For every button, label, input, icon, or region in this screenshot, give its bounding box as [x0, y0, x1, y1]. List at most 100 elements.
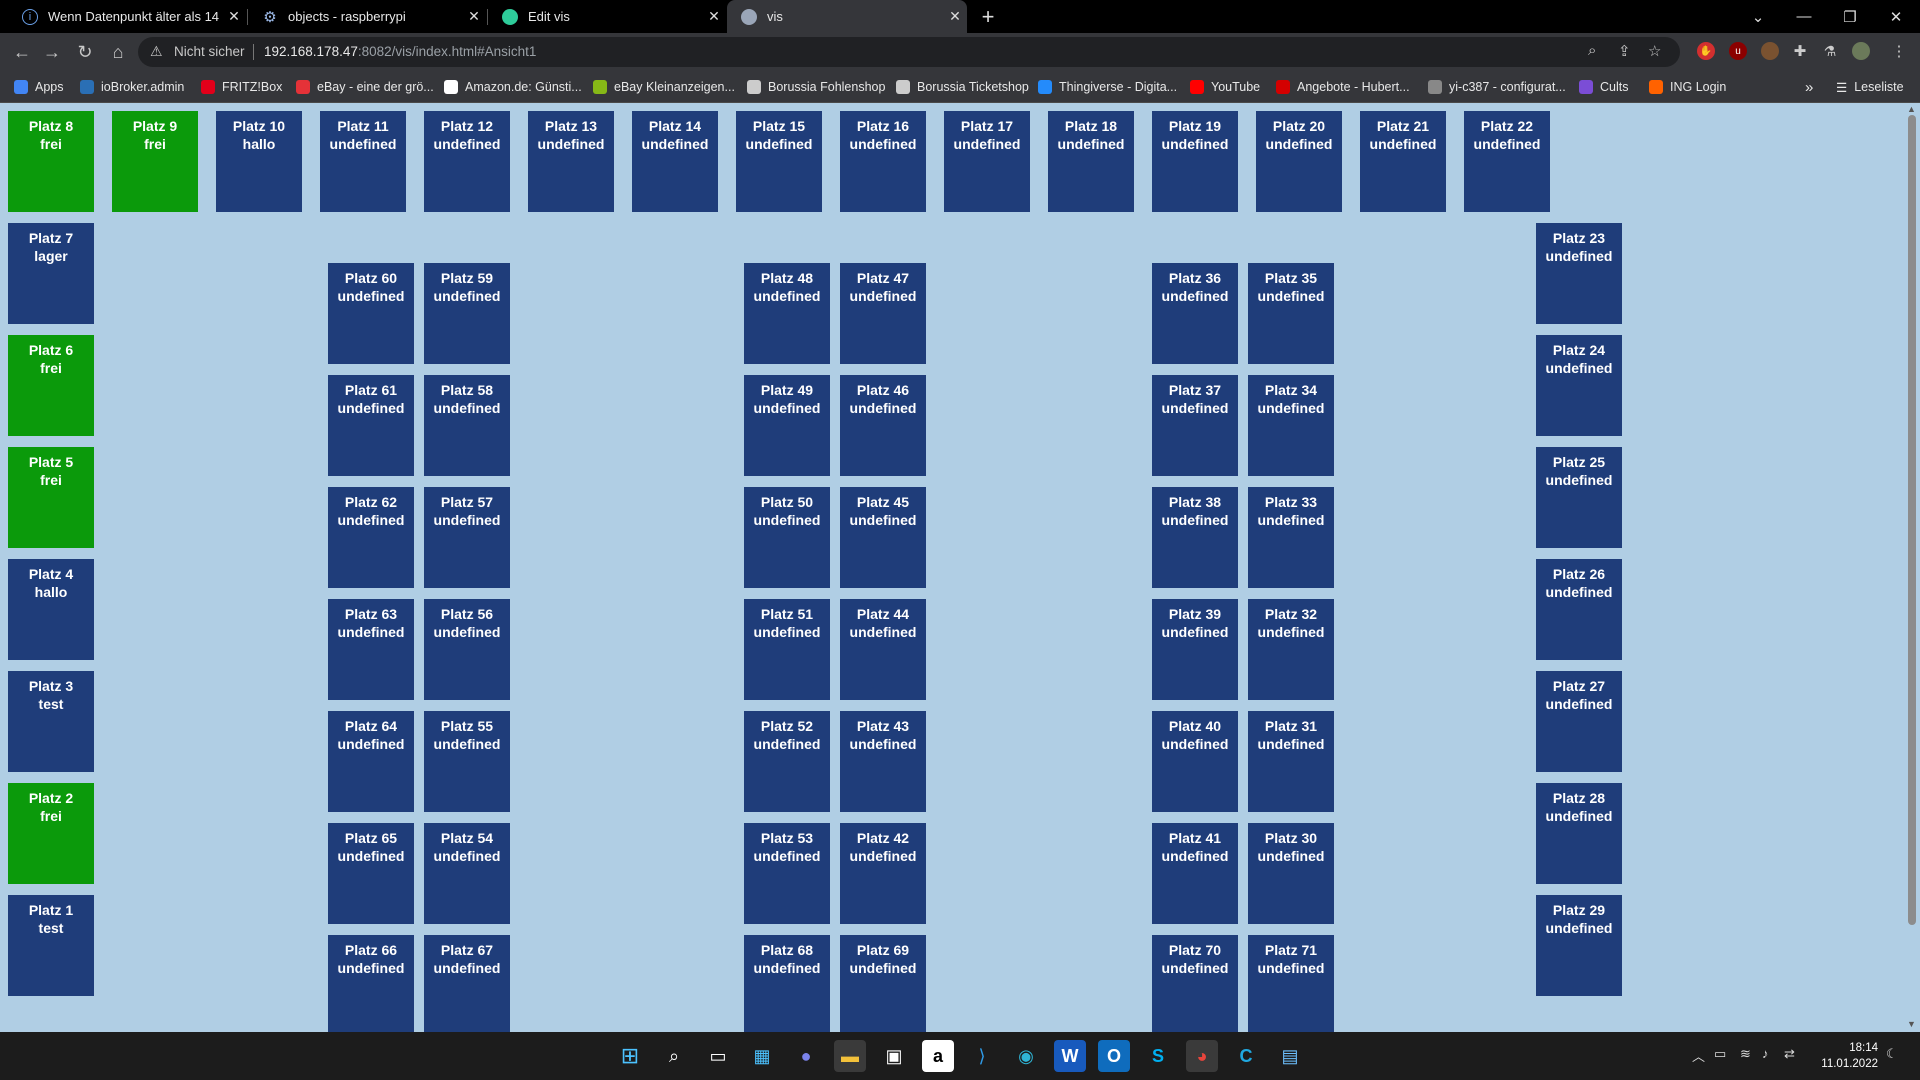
search-icon[interactable]: ⌕: [658, 1040, 690, 1072]
edge-icon[interactable]: ◉: [1010, 1040, 1042, 1072]
close-icon[interactable]: ✕: [943, 8, 967, 25]
place-tile[interactable]: Platz 15 undefined: [736, 111, 822, 212]
place-tile[interactable]: Platz 21 undefined: [1360, 111, 1446, 212]
place-tile[interactable]: Platz 45 undefined: [840, 487, 926, 588]
bookmark-ing-login[interactable]: ING Login: [1649, 77, 1726, 97]
home-button[interactable]: ⌂: [104, 38, 132, 66]
tab-objects[interactable]: ⚙ objects - raspberrypi ✕: [248, 0, 486, 33]
place-tile[interactable]: Platz 69 undefined: [840, 935, 926, 1032]
scrollbar-thumb[interactable]: [1908, 115, 1916, 925]
place-tile[interactable]: Platz 7 lager: [8, 223, 94, 324]
bookmark-fritzbox[interactable]: FRITZ!Box: [201, 77, 282, 97]
place-tile[interactable]: Platz 13 undefined: [528, 111, 614, 212]
bookmark-youtube[interactable]: YouTube: [1190, 77, 1260, 97]
widgets-icon[interactable]: ▦: [746, 1040, 778, 1072]
place-tile[interactable]: Platz 53 undefined: [744, 823, 830, 924]
file-explorer-icon[interactable]: ▬: [834, 1040, 866, 1072]
place-tile[interactable]: Platz 42 undefined: [840, 823, 926, 924]
place-tile[interactable]: Platz 65 undefined: [328, 823, 414, 924]
place-tile[interactable]: Platz 26 undefined: [1536, 559, 1622, 660]
place-tile[interactable]: Platz 70 undefined: [1152, 935, 1238, 1032]
close-icon[interactable]: ✕: [222, 8, 246, 25]
bookmark-thingiverse[interactable]: Thingiverse - Digita...: [1038, 77, 1177, 97]
restore-button[interactable]: ❐: [1827, 0, 1873, 33]
forward-button[interactable]: →: [38, 38, 66, 66]
place-tile[interactable]: Platz 37 undefined: [1152, 375, 1238, 476]
minimize-button[interactable]: —: [1781, 0, 1827, 33]
volume-icon[interactable]: ♪: [1762, 1046, 1769, 1061]
place-tile[interactable]: Platz 67 undefined: [424, 935, 510, 1032]
close-icon[interactable]: ✕: [462, 8, 486, 25]
place-tile[interactable]: Platz 49 undefined: [744, 375, 830, 476]
notifications-moon-icon[interactable]: ☾: [1886, 1046, 1898, 1062]
scroll-down-arrow-icon[interactable]: ▼: [1907, 1019, 1916, 1029]
bookmark-cults[interactable]: Cults: [1579, 77, 1628, 97]
place-tile[interactable]: Platz 30 undefined: [1248, 823, 1334, 924]
place-tile[interactable]: Platz 61 undefined: [328, 375, 414, 476]
place-tile[interactable]: Platz 60 undefined: [328, 263, 414, 364]
tab-datenpunkt[interactable]: i Wenn Datenpunkt älter als 14 Tage ✕: [8, 0, 246, 33]
teams-chat-icon[interactable]: ●: [790, 1040, 822, 1072]
place-tile[interactable]: Platz 71 undefined: [1248, 935, 1334, 1032]
back-button[interactable]: ←: [8, 38, 36, 66]
wifi-icon[interactable]: ≋: [1740, 1046, 1751, 1062]
place-tile[interactable]: Platz 20 undefined: [1256, 111, 1342, 212]
place-tile[interactable]: Platz 4 hallo: [8, 559, 94, 660]
place-tile[interactable]: Platz 35 undefined: [1248, 263, 1334, 364]
word-icon[interactable]: W: [1054, 1040, 1086, 1072]
new-tab-button[interactable]: +: [976, 0, 1000, 33]
place-tile[interactable]: Platz 28 undefined: [1536, 783, 1622, 884]
extensions-puzzle-icon[interactable]: ✚: [1791, 42, 1809, 60]
place-tile[interactable]: Platz 8 frei: [8, 111, 94, 212]
more-bookmarks-chevron-icon[interactable]: »: [1805, 77, 1813, 97]
ccleaner-icon[interactable]: C: [1230, 1040, 1262, 1072]
place-tile[interactable]: Platz 16 undefined: [840, 111, 926, 212]
place-tile[interactable]: Platz 62 undefined: [328, 487, 414, 588]
task-view-icon[interactable]: ▭: [702, 1040, 734, 1072]
bookmark-iobroker[interactable]: ioBroker.admin: [80, 77, 184, 97]
place-tile[interactable]: Platz 38 undefined: [1152, 487, 1238, 588]
place-tile[interactable]: Platz 41 undefined: [1152, 823, 1238, 924]
profile-avatar[interactable]: [1852, 42, 1870, 60]
page-scrollbar[interactable]: ▲ ▼: [1904, 103, 1920, 1032]
place-tile[interactable]: Platz 32 undefined: [1248, 599, 1334, 700]
place-tile[interactable]: Platz 68 undefined: [744, 935, 830, 1032]
place-tile[interactable]: Platz 11 undefined: [320, 111, 406, 212]
chrome-icon[interactable]: ◕: [1186, 1040, 1218, 1072]
tray-overflow-chevron-icon[interactable]: ︿: [1692, 1046, 1705, 1065]
zoom-icon[interactable]: ⌕: [1588, 42, 1596, 59]
place-tile[interactable]: Platz 48 undefined: [744, 263, 830, 364]
place-tile[interactable]: Platz 54 undefined: [424, 823, 510, 924]
skype-icon[interactable]: S: [1142, 1040, 1174, 1072]
bookmark-yi-c387[interactable]: yi-c387 - configurat...: [1428, 77, 1566, 97]
place-tile[interactable]: Platz 18 undefined: [1048, 111, 1134, 212]
notepad-icon[interactable]: ▤: [1274, 1040, 1306, 1072]
star-icon[interactable]: ☆: [1648, 42, 1661, 60]
place-tile[interactable]: Platz 2 frei: [8, 783, 94, 884]
bookmark-ebay[interactable]: eBay - eine der grö...: [296, 77, 434, 97]
place-tile[interactable]: Platz 1 test: [8, 895, 94, 996]
bookmark-fohlenshop[interactable]: Borussia Fohlenshop: [747, 77, 885, 97]
reading-list-button[interactable]: ☰ Leseliste: [1836, 77, 1904, 97]
place-tile[interactable]: Platz 58 undefined: [424, 375, 510, 476]
start-windows-icon[interactable]: ⊞: [614, 1040, 646, 1072]
place-tile[interactable]: Platz 24 undefined: [1536, 335, 1622, 436]
place-tile[interactable]: Platz 27 undefined: [1536, 671, 1622, 772]
place-tile[interactable]: Platz 9 frei: [112, 111, 198, 212]
close-window-button[interactable]: ✕: [1873, 0, 1919, 33]
place-tile[interactable]: Platz 10 hallo: [216, 111, 302, 212]
vscode-icon[interactable]: ⟩: [966, 1040, 998, 1072]
place-tile[interactable]: Platz 17 undefined: [944, 111, 1030, 212]
share-icon[interactable]: ⇪: [1618, 42, 1631, 60]
place-tile[interactable]: Platz 56 undefined: [424, 599, 510, 700]
place-tile[interactable]: Platz 23 undefined: [1536, 223, 1622, 324]
place-tile[interactable]: Platz 64 undefined: [328, 711, 414, 812]
place-tile[interactable]: Platz 22 undefined: [1464, 111, 1550, 212]
labs-flask-icon[interactable]: ⚗: [1821, 42, 1839, 60]
place-tile[interactable]: Platz 59 undefined: [424, 263, 510, 364]
place-tile[interactable]: Platz 14 undefined: [632, 111, 718, 212]
place-tile[interactable]: Platz 39 undefined: [1152, 599, 1238, 700]
tab-search-icon[interactable]: ⌄: [1735, 0, 1781, 33]
place-tile[interactable]: Platz 66 undefined: [328, 935, 414, 1032]
bookmark-angebote[interactable]: Angebote - Hubert...: [1276, 77, 1410, 97]
